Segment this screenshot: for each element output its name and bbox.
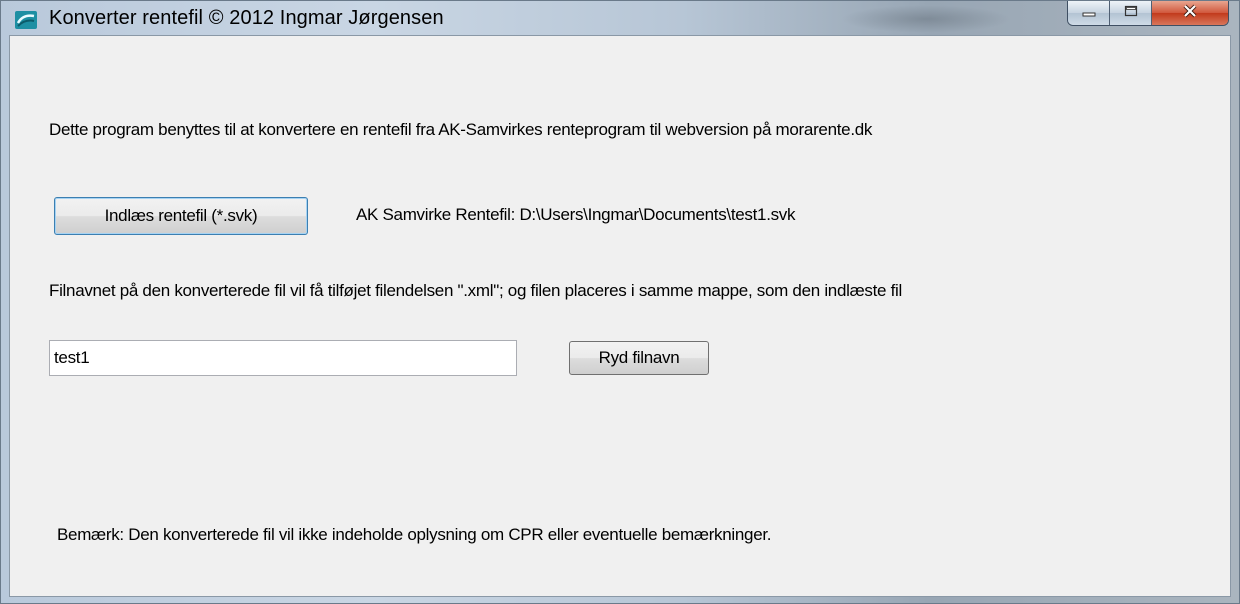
form-client-area: Dette program benyttes til at konvertere… <box>9 35 1231 597</box>
note-label: Bemærk: Den konverterede fil vil ikke in… <box>57 525 772 544</box>
load-file-button[interactable]: Indlæs rentefil (*.svk) <box>54 197 308 235</box>
clear-filename-button[interactable]: Ryd filnavn <box>569 341 709 375</box>
caption-buttons <box>1067 1 1229 26</box>
app-icon <box>15 11 37 29</box>
close-icon <box>1182 4 1198 23</box>
filename-input[interactable] <box>49 340 517 376</box>
minimize-icon <box>1081 4 1097 22</box>
intro-label: Dette program benyttes til at konvertere… <box>49 120 873 139</box>
title-bar[interactable]: Konverter rentefil © 2012 Ingmar Jørgens… <box>1 1 1239 35</box>
window-title: Konverter rentefil © 2012 Ingmar Jørgens… <box>49 7 444 29</box>
close-button[interactable] <box>1152 1 1228 25</box>
file-path-label: AK Samvirke Rentefil: D:\Users\Ingmar\Do… <box>356 205 796 224</box>
filename-info-label: Filnavnet på den konverterede fil vil få… <box>49 281 902 300</box>
maximize-icon <box>1123 4 1139 23</box>
app-window: Konverter rentefil © 2012 Ingmar Jørgens… <box>0 0 1240 604</box>
minimize-button[interactable] <box>1068 1 1110 25</box>
maximize-button[interactable] <box>1110 1 1152 25</box>
